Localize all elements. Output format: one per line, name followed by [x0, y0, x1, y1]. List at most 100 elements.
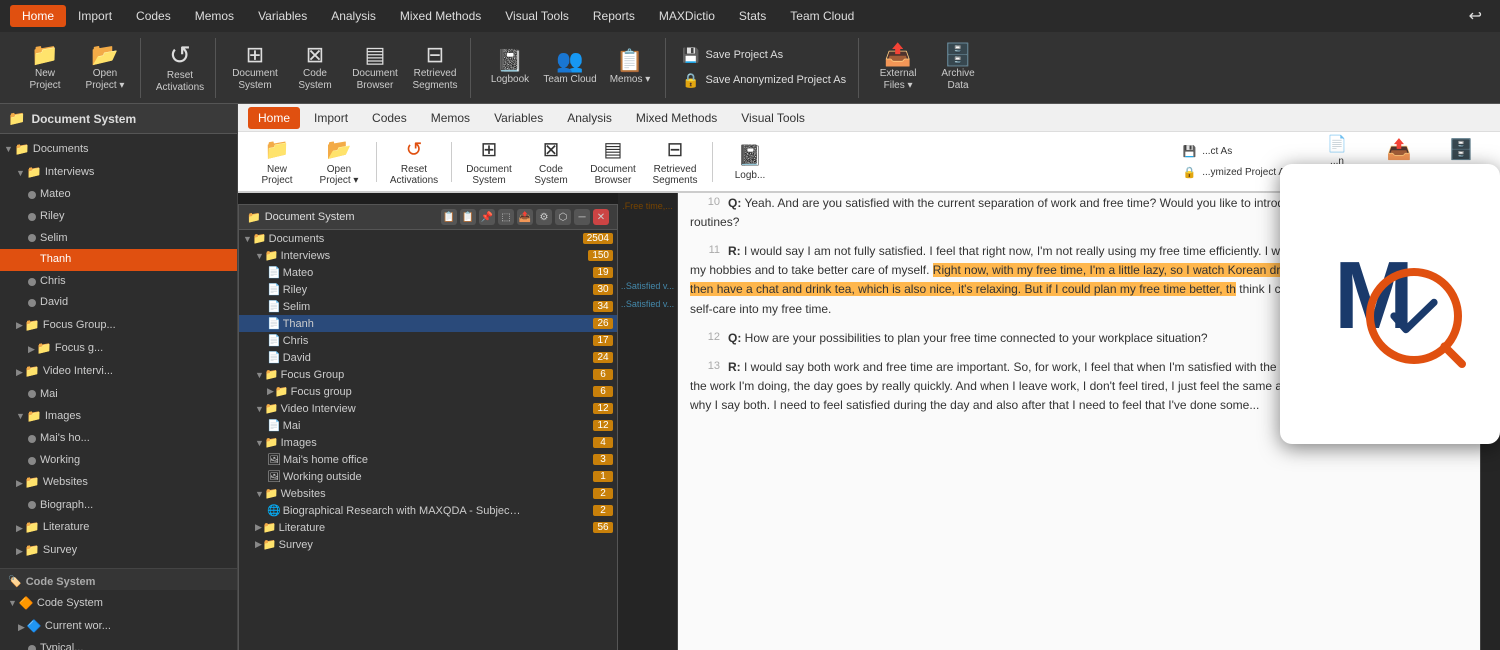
dt-focus-label: Focus Group	[281, 369, 345, 381]
tree-thanh[interactable]: Thanh	[0, 249, 237, 271]
menu-codes[interactable]: Codes	[124, 5, 183, 27]
dt-mateo[interactable]: 📄 Mateo 19	[239, 264, 617, 281]
dt-thanh[interactable]: 📄 Thanh 26	[239, 315, 617, 332]
sec-doc-browser-btn[interactable]: ▤ DocumentBrowser	[584, 134, 642, 190]
save-project-button[interactable]: 💾 Save Project As	[678, 45, 850, 66]
dt-chris[interactable]: 📄 Chris 17	[239, 332, 617, 349]
back-button[interactable]: ↩	[1461, 4, 1490, 28]
menu-reports[interactable]: Reports	[581, 5, 647, 27]
tree-mai[interactable]: Mai	[0, 384, 237, 406]
win-btn-4[interactable]: ⬚	[498, 209, 514, 225]
memos-button[interactable]: 📋 Memos ▾	[601, 40, 659, 96]
dt-selim[interactable]: 📄 Selim 34	[239, 298, 617, 315]
win-btn-5[interactable]: 📤	[517, 209, 533, 225]
dt-mais-home[interactable]: 🖼 Mai's home office 3	[239, 451, 617, 468]
dt-survey[interactable]: ▶ 📁 Survey	[239, 536, 617, 553]
dt-david[interactable]: 📄 David 24	[239, 349, 617, 366]
sec-new-project-btn[interactable]: 📁 NewProject	[248, 134, 306, 190]
menu-analysis[interactable]: Analysis	[319, 5, 388, 27]
menu-import[interactable]: Import	[66, 5, 124, 27]
dt-websites[interactable]: ▼ 📁 Websites 2	[239, 485, 617, 502]
new-project-button[interactable]: 📁 NewProject	[16, 40, 74, 96]
tree-david[interactable]: David	[0, 292, 237, 314]
win-btn-1[interactable]: 📋	[441, 209, 457, 225]
tree-focus-group[interactable]: ▶ 📁 Focus Group...	[0, 314, 237, 337]
dt-working-outside[interactable]: 🖼 Working outside 1	[239, 468, 617, 485]
dt-images[interactable]: ▼ 📁 Images 4	[239, 434, 617, 451]
tree-literature[interactable]: ▶ 📁 Literature	[0, 516, 237, 539]
logbook-button[interactable]: 📓 Logbook	[481, 40, 539, 96]
tree-images[interactable]: ▼ 📁 Images	[0, 405, 237, 428]
tree-code-root[interactable]: ▼ 🔶 Code System	[0, 592, 237, 615]
dt-interviews[interactable]: ▼ 📁 Interviews 150	[239, 247, 617, 264]
menu-home[interactable]: Home	[10, 5, 66, 27]
document-browser-button[interactable]: ▤ DocumentBrowser	[346, 40, 404, 96]
win-btn-close[interactable]: ✕	[593, 209, 609, 225]
external-files-button[interactable]: 📤 ExternalFiles ▾	[869, 40, 927, 96]
sec-menu-mixed[interactable]: Mixed Methods	[626, 107, 727, 129]
tree-working-outside[interactable]: Working	[0, 450, 237, 472]
teamwork-button[interactable]: 👥 Team Cloud	[541, 40, 599, 96]
dt-mai[interactable]: 📄 Mai 12	[239, 417, 617, 434]
sec-menu-import[interactable]: Import	[304, 107, 358, 129]
r-label-2: R:	[728, 360, 741, 374]
sec-menu-codes[interactable]: Codes	[362, 107, 417, 129]
archive-data-button[interactable]: 🗄️ ArchiveData	[929, 40, 987, 96]
menu-mixed-methods[interactable]: Mixed Methods	[388, 5, 493, 27]
dt-biography[interactable]: 🌐 Biographical Research with MAXQDA - Su…	[239, 502, 617, 519]
tree-riley[interactable]: Riley	[0, 206, 237, 228]
win-btn-3[interactable]: 📌	[479, 209, 495, 225]
menu-memos[interactable]: Memos	[183, 5, 246, 27]
sec-menu-memos[interactable]: Memos	[421, 107, 480, 129]
win-btn-2[interactable]: 📋	[460, 209, 476, 225]
sec-doc-sys-btn[interactable]: ⊞ DocumentSystem	[460, 134, 518, 190]
save-anon-button[interactable]: 🔒 Save Anonymized Project As	[678, 70, 850, 91]
dt-video-interview[interactable]: ▼ 📁 Video Interview 12	[239, 400, 617, 417]
code-system-section[interactable]: 🏷️ Code System	[0, 568, 237, 590]
sec-menu-analysis[interactable]: Analysis	[557, 107, 622, 129]
tree-focus-group-sub[interactable]: ▶ 📁 Focus g...	[0, 337, 237, 360]
tree-survey[interactable]: ▶ 📁 Survey	[0, 539, 237, 562]
tree-mais-home[interactable]: Mai's ho...	[0, 428, 237, 450]
doc-tree-content[interactable]: ▼ 📁 Documents 2504 ▼ 📁 Interviews 150 📄 …	[239, 230, 617, 650]
tree-mateo[interactable]: Mateo	[0, 184, 237, 206]
open-project-button[interactable]: 📂 OpenProject ▾	[76, 40, 134, 96]
menu-stats[interactable]: Stats	[727, 5, 778, 27]
tree-biography[interactable]: Biograph...	[0, 495, 237, 517]
menu-maxdictio[interactable]: MAXDictio	[647, 5, 727, 27]
menu-visual-tools[interactable]: Visual Tools	[493, 5, 581, 27]
tree-video-interview[interactable]: ▶ 📁 Video Intervi...	[0, 360, 237, 383]
win-btn-expand[interactable]: ⬡	[555, 209, 571, 225]
tree-documents[interactable]: ▼ 📁 Documents	[0, 138, 237, 161]
retrieved-segments-button[interactable]: ⊟ RetrievedSegments	[406, 40, 464, 96]
sec-save-btn[interactable]: 💾 ...ct As	[1178, 143, 1294, 160]
sec-menu-variables[interactable]: Variables	[484, 107, 553, 129]
document-system-button[interactable]: ⊞ DocumentSystem	[226, 40, 284, 96]
sec-reset-btn[interactable]: ↺ ResetActivations	[385, 134, 443, 190]
left-tree-container[interactable]: ▼ 📁 Documents ▼ 📁 Interviews Mateo Riley	[0, 134, 237, 568]
dt-focus-group[interactable]: ▼ 📁 Focus Group 6	[239, 366, 617, 383]
sec-menu-home[interactable]: Home	[248, 107, 300, 129]
dt-focus-sub[interactable]: ▶ 📁 Focus group 6	[239, 383, 617, 400]
tree-typical[interactable]: Typical...	[0, 638, 237, 650]
sec-open-project-btn[interactable]: 📂 OpenProject ▾	[310, 134, 368, 190]
sec-menu-visual[interactable]: Visual Tools	[731, 107, 815, 129]
tree-interviews[interactable]: ▼ 📁 Interviews	[0, 161, 237, 184]
tree-current-work[interactable]: ▶ 🔷 Current wor...	[0, 615, 237, 638]
reset-activations-button[interactable]: ↺ ResetActivations	[151, 40, 209, 96]
win-btn-6[interactable]: ⚙	[536, 209, 552, 225]
sec-logbook-btn[interactable]: 📓 Logb...	[721, 134, 779, 190]
sec-anon-btn[interactable]: 🔒 ...ymized Project As	[1178, 164, 1294, 181]
menu-variables[interactable]: Variables	[246, 5, 319, 27]
dt-literature[interactable]: ▶ 📁 Literature 56	[239, 519, 617, 536]
dt-riley[interactable]: 📄 Riley 30	[239, 281, 617, 298]
win-btn-min[interactable]: ─	[574, 209, 590, 225]
tree-websites[interactable]: ▶ 📁 Websites	[0, 471, 237, 494]
sec-retrieved-btn[interactable]: ⊟ RetrievedSegments	[646, 134, 704, 190]
tree-selim[interactable]: Selim	[0, 228, 237, 250]
sec-code-sys-btn[interactable]: ⊠ CodeSystem	[522, 134, 580, 190]
code-system-button[interactable]: ⊠ CodeSystem	[286, 40, 344, 96]
menu-team-cloud[interactable]: Team Cloud	[778, 5, 866, 27]
dt-documents[interactable]: ▼ 📁 Documents 2504	[239, 230, 617, 247]
tree-chris[interactable]: Chris	[0, 271, 237, 293]
